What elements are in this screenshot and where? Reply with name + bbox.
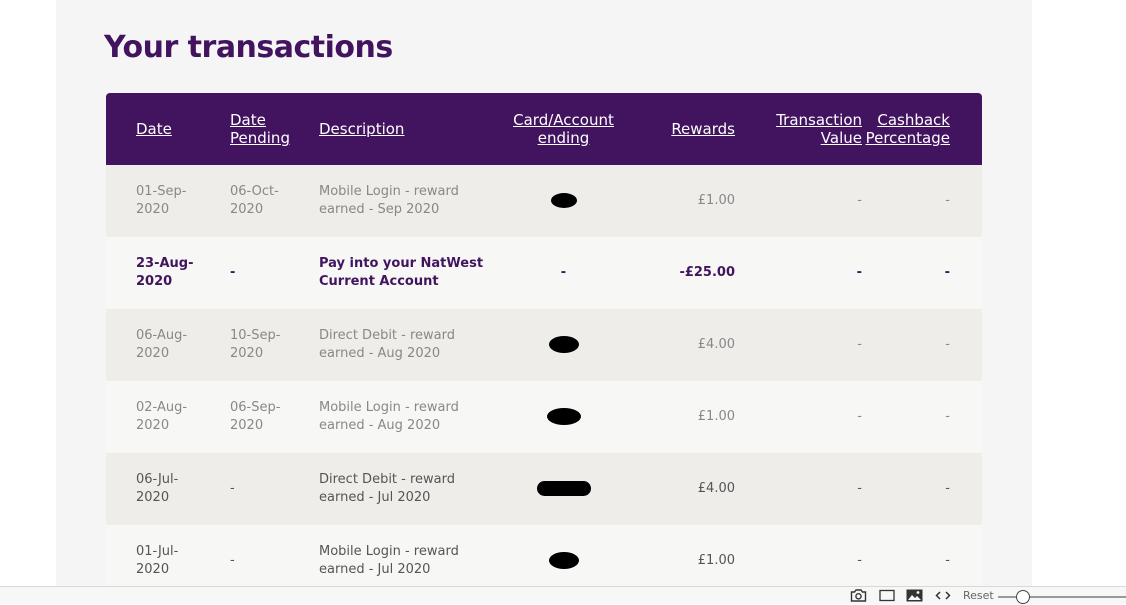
col-header-transaction-value[interactable]: Transaction Value	[737, 93, 864, 165]
cell-date: 06-Aug- 2020	[136, 328, 188, 361]
cell-date-pending: 06-Sep- 2020	[230, 400, 281, 433]
redaction-mark	[548, 336, 579, 353]
cell-transaction-value: -	[857, 193, 862, 208]
col-header-card-account[interactable]: Card/Account ending	[496, 93, 631, 165]
page-title: Your transactions	[104, 30, 393, 65]
cell-cashback-percentage: -	[944, 265, 950, 280]
cell-description: Direct Debit - reward earned - Jul 2020	[319, 472, 456, 505]
col-header-card-account-label[interactable]: Card/Account ending	[513, 111, 614, 147]
col-header-rewards[interactable]: Rewards	[631, 93, 737, 165]
cell-transaction-value: -	[857, 481, 862, 496]
screenshot-toolbar: Reset	[0, 586, 1126, 604]
cell-card-account	[496, 381, 631, 453]
cell-rewards: -£25.00	[679, 265, 735, 280]
cell-cashback-percentage: -	[945, 409, 950, 424]
table-row: 23-Aug- 2020 - Pay into your NatWest Curre…	[106, 237, 982, 309]
col-header-description-label[interactable]: Description	[319, 120, 404, 138]
cell-transaction-value: -	[857, 337, 862, 352]
cell-transaction-value: -	[856, 265, 862, 280]
cell-date: 01-Sep- 2020	[136, 184, 187, 217]
col-header-date-label[interactable]: Date	[136, 120, 172, 138]
cell-card-account: -	[560, 265, 567, 280]
cell-date-pending: -	[230, 481, 235, 496]
cell-cashback-percentage: -	[945, 481, 950, 496]
col-header-date-pending-label[interactable]: Date Pending	[230, 111, 290, 147]
code-icon[interactable]	[935, 589, 951, 605]
camera-icon[interactable]	[850, 589, 867, 605]
cell-date-pending: -	[230, 265, 236, 280]
redaction-mark	[550, 193, 577, 208]
cell-cashback-percentage: -	[945, 193, 950, 208]
zoom-slider-thumb[interactable]	[1016, 590, 1030, 604]
col-header-cashback-percentage-label[interactable]: Cashback Percentage	[866, 111, 950, 147]
cell-date-pending: 10-Sep- 2020	[230, 328, 281, 361]
transactions-table: Date Date Pending Description Card/Accoun…	[106, 93, 982, 597]
cell-card-account	[496, 453, 631, 525]
cell-rewards: £4.00	[697, 481, 735, 496]
cell-date: 02-Aug- 2020	[136, 400, 188, 433]
cell-description: Mobile Login - reward earned - Aug 2020	[319, 400, 459, 433]
redaction-mark	[548, 552, 579, 569]
table-header-row: Date Date Pending Description Card/Accoun…	[106, 93, 982, 165]
cell-cashback-percentage: -	[945, 337, 950, 352]
table-row: 01-Sep- 2020 06-Oct- 2020 Mobile Login - r…	[106, 165, 982, 237]
cell-card-account	[496, 165, 631, 237]
cell-description: Pay into your NatWest Current Account	[319, 256, 484, 289]
cell-description: Direct Debit - reward earned - Aug 2020	[319, 328, 456, 361]
image-icon[interactable]	[906, 589, 923, 605]
cell-transaction-value: -	[857, 409, 862, 424]
cell-rewards: £1.00	[697, 409, 735, 424]
redaction-mark	[536, 481, 591, 496]
reset-button[interactable]: Reset	[963, 590, 994, 602]
table-row: 02-Aug- 2020 06-Sep- 2020 Mobile Login - r…	[106, 381, 982, 453]
cell-card-account	[496, 309, 631, 381]
cell-date: 06-Jul- 2020	[136, 472, 179, 505]
cell-date: 23-Aug- 2020	[136, 256, 194, 289]
col-header-rewards-label[interactable]: Rewards	[671, 120, 735, 138]
cell-description: Mobile Login - reward earned - Sep 2020	[319, 184, 459, 217]
frame-icon[interactable]	[879, 589, 895, 605]
cell-rewards: £1.00	[697, 193, 735, 208]
col-header-date[interactable]: Date	[106, 93, 230, 165]
redaction-mark	[546, 408, 581, 425]
cell-date-pending: 06-Oct- 2020	[230, 184, 279, 217]
col-header-description[interactable]: Description	[319, 93, 496, 165]
col-header-cashback-percentage[interactable]: Cashback Percentage	[864, 93, 982, 165]
table-row: 06-Aug- 2020 10-Sep- 2020 Direct Debit - r…	[106, 309, 982, 381]
table-row: 06-Jul- 2020 - Direct Debit - reward earne…	[106, 453, 982, 525]
cell-rewards: £4.00	[697, 337, 735, 352]
col-header-transaction-value-label[interactable]: Transaction Value	[776, 111, 862, 147]
col-header-date-pending[interactable]: Date Pending	[230, 93, 319, 165]
